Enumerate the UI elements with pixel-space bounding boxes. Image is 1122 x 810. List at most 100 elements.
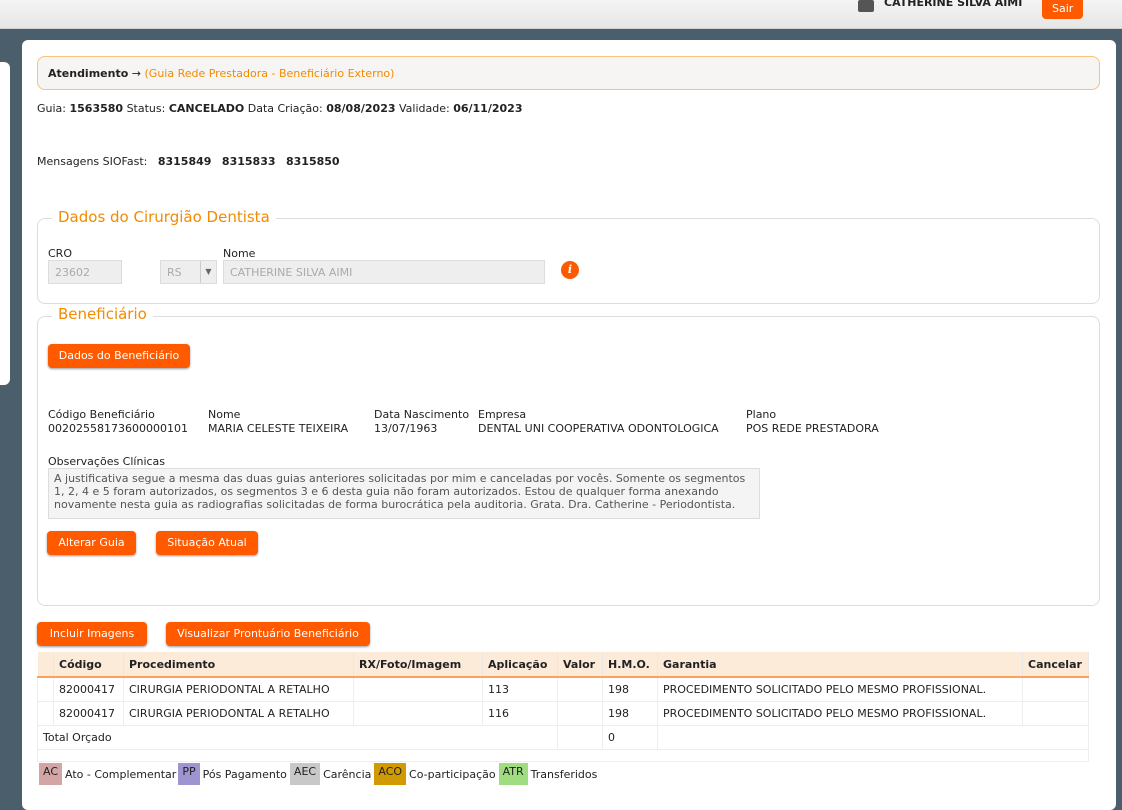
status-label: Status: — [126, 102, 166, 115]
header-aplicacao: Aplicação — [482, 652, 558, 678]
empty-cell — [37, 748, 1089, 762]
legend-swatch-ac: AC — [39, 763, 63, 785]
legend-label: Carência — [323, 767, 372, 781]
uf-select[interactable]: RS ▼ — [160, 260, 217, 284]
criacao-label: Data Criação: — [247, 102, 323, 115]
cell-hmo: 198 — [602, 676, 658, 702]
guia-label: Guia: — [37, 102, 66, 115]
info-icon[interactable]: i — [561, 261, 579, 279]
procedures-table: Código Procedimento RX/Foto/Imagem Aplic… — [37, 652, 1089, 762]
plano-value: POS REDE PRESTADORA — [746, 422, 879, 435]
empty-row — [37, 748, 1089, 762]
legend: AC Ato - Complementar PP Pós Pagamento AEC… — [39, 763, 597, 785]
empresa-value: DENTAL UNI COOPERATIVA ODONTOLOGICA — [478, 422, 719, 435]
guia-info: Guia: 1563580 Status: CANCELADO Data Cri… — [37, 102, 522, 115]
codigo-value: 00202558173600000101 — [48, 422, 188, 435]
header-valor: Valor — [557, 652, 603, 678]
plano-label: Plano — [746, 408, 777, 421]
mensagens-label: Mensagens SIOFast: — [37, 155, 148, 168]
dados-beneficiario-button[interactable]: Dados do Beneficiário — [48, 344, 190, 368]
breadcrumb-current: (Guia Rede Prestadora - Beneficiário Ext… — [144, 67, 395, 80]
header-procedimento: Procedimento — [123, 652, 354, 678]
cell-rx — [353, 676, 483, 702]
header-rx: RX/Foto/Imagem — [353, 652, 483, 678]
cell-rx — [353, 700, 483, 726]
cell-garantia: PROCEDIMENTO SOLICITADO PELO MESMO PROFI… — [657, 676, 1023, 702]
criacao-date: 08/08/2023 — [326, 102, 396, 115]
header-cancelar: Cancelar — [1022, 652, 1089, 678]
legend-swatch-aco: ACO — [374, 763, 407, 785]
chevron-down-icon: ▼ — [200, 261, 216, 283]
validade-label: Validade: — [399, 102, 450, 115]
total-label: Total Orçado — [37, 724, 558, 750]
header-blank — [37, 652, 54, 678]
uf-value: RS — [167, 266, 182, 279]
breadcrumb: Atendimento → (Guia Rede Prestadora - Be… — [37, 56, 1100, 90]
cell-valor — [557, 700, 603, 726]
total-row: Total Orçado 0 — [37, 724, 1089, 750]
cell-valor — [557, 676, 603, 702]
top-bar: CATHERINE SILVA AIMI Sair — [0, 0, 1122, 29]
legend-label: Transferidos — [530, 767, 598, 781]
situacao-atual-button[interactable]: Situação Atual — [156, 531, 258, 555]
guia-number: 1563580 — [69, 102, 124, 115]
cell-codigo: 82000417 — [53, 676, 124, 702]
header-garantia: Garantia — [657, 652, 1023, 678]
cell-procedimento: CIRURGIA PERIODONTAL A RETALHO — [123, 676, 354, 702]
header-codigo: Código — [53, 652, 124, 678]
cell-cancelar[interactable] — [1022, 676, 1089, 702]
cell-cancelar[interactable] — [1022, 700, 1089, 726]
nome-value: MARIA CELESTE TEIXEIRA — [208, 422, 349, 435]
cro-label: CRO — [48, 247, 72, 260]
row-marker — [37, 676, 54, 702]
table-row: 82000417 CIRURGIA PERIODONTAL A RETALHO … — [37, 700, 1089, 726]
codigo-label: Código Beneficiário — [48, 408, 155, 421]
dentista-title: Dados do Cirurgião Dentista — [52, 208, 276, 226]
mensagens-siofast: Mensagens SIOFast: 8315849 8315833 83158… — [37, 155, 340, 168]
mensagem-id: 8315833 — [221, 155, 276, 168]
alterar-guia-button[interactable]: Alterar Guia — [47, 531, 136, 555]
mensagem-id: 8315849 — [157, 155, 212, 168]
legend-swatch-pp: PP — [178, 763, 200, 785]
legend-label: Co-participação — [409, 767, 496, 781]
total-rest — [657, 724, 1089, 750]
cell-procedimento: CIRURGIA PERIODONTAL A RETALHO — [123, 700, 354, 726]
cell-garantia: PROCEDIMENTO SOLICITADO PELO MESMO PROFI… — [657, 700, 1023, 726]
nasc-label: Data Nascimento — [374, 408, 470, 421]
obs-label: Observações Clínicas — [48, 455, 166, 468]
cro-input[interactable]: 23602 — [48, 260, 122, 284]
cell-hmo: 198 — [602, 700, 658, 726]
cell-codigo: 82000417 — [53, 700, 124, 726]
header-hmo: H.M.O. — [602, 652, 658, 678]
total-blank — [557, 724, 603, 750]
obs-textarea[interactable]: A justificativa segue a mesma das duas g… — [48, 468, 760, 519]
total-value: 0 — [602, 724, 658, 750]
mensagem-id: 8315850 — [286, 155, 340, 168]
empresa-label: Empresa — [478, 408, 527, 421]
incluir-imagens-button[interactable]: Incluir Imagens — [37, 622, 147, 646]
beneficiario-title: Beneficiário — [52, 305, 153, 323]
side-panel — [0, 62, 10, 385]
nome-label: Nome — [208, 408, 241, 421]
user-name: CATHERINE SILVA AIMI — [884, 0, 1023, 9]
status-value: CANCELADO — [168, 102, 245, 115]
beneficiario-fieldset — [37, 316, 1100, 606]
user-icon — [858, 0, 874, 12]
breadcrumb-arrow: → — [131, 67, 141, 80]
logout-button[interactable]: Sair — [1042, 0, 1084, 19]
table-row: 82000417 CIRURGIA PERIODONTAL A RETALHO … — [37, 676, 1089, 702]
nome-label: Nome — [223, 247, 256, 260]
table-header: Código Procedimento RX/Foto/Imagem Aplic… — [37, 652, 1089, 678]
legend-swatch-atr: ATR — [498, 763, 528, 785]
dentista-nome-input[interactable]: CATHERINE SILVA AIMI — [223, 260, 545, 284]
breadcrumb-root[interactable]: Atendimento — [48, 67, 128, 80]
cell-aplicacao: 116 — [482, 700, 558, 726]
nasc-value: 13/07/1963 — [374, 422, 438, 435]
validade-date: 06/11/2023 — [453, 102, 523, 115]
legend-swatch-aec: AEC — [289, 763, 321, 785]
row-marker — [37, 700, 54, 726]
main-card: Atendimento → (Guia Rede Prestadora - Be… — [22, 40, 1116, 810]
cell-aplicacao: 113 — [482, 676, 558, 702]
prontuario-button[interactable]: Visualizar Prontuário Beneficiário — [166, 622, 370, 646]
legend-label: Pós Pagamento — [202, 767, 287, 781]
